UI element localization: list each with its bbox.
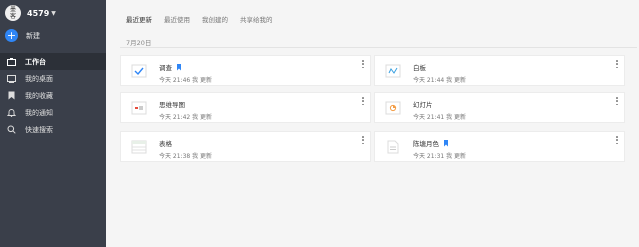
card-meta: 今天 21:44 我 更新 — [413, 77, 467, 84]
card-title-row: 思维导图 — [159, 99, 185, 109]
sidebar-item-desktop[interactable]: 我的桌面 — [0, 70, 106, 87]
file-card-survey[interactable]: 调查 今天 21:46 我 更新 — [120, 55, 371, 86]
card-meta: 今天 21:41 我 更新 — [413, 114, 467, 121]
caret-down-icon: ▼ — [51, 9, 56, 17]
sidebar-item-label: 工作台 — [25, 57, 46, 66]
more-options-icon[interactable] — [614, 96, 620, 106]
card-title: 幻灯片 — [413, 101, 433, 109]
whiteboard-icon — [385, 64, 401, 78]
bookmark-icon — [7, 91, 16, 100]
sidebar-item-label: 我的桌面 — [25, 74, 53, 83]
tab-bar: 最近更新 最近使用 我创建的 共享给我的 — [126, 14, 285, 24]
sidebar-item-notifications[interactable]: 我的通知 — [0, 104, 106, 121]
sidebar-item-label: 我的收藏 — [25, 91, 53, 100]
new-label: 新建 — [26, 31, 40, 40]
date-group-label: 7月20日 — [126, 39, 152, 47]
card-title: 表格 — [159, 140, 172, 148]
sidebar-item-label: 我的通知 — [25, 108, 53, 117]
sidebar-item-favorites[interactable]: 我的收藏 — [0, 87, 106, 104]
more-options-icon[interactable] — [360, 135, 366, 145]
more-options-icon[interactable] — [614, 59, 620, 69]
sidebar-item-search[interactable]: 快速搜索 — [0, 121, 106, 138]
main-content: 最近更新 最近使用 我创建的 共享给我的 7月20日 调查 今天 21:46 我… — [106, 0, 639, 247]
team-logo-text: 墨 客 — [9, 6, 16, 20]
card-meta: 今天 21:42 我 更新 — [159, 114, 213, 121]
card-title-row: 陈塘月色 — [413, 138, 448, 148]
file-card-document[interactable]: 陈塘月色 今天 21:31 我 更新 — [374, 131, 625, 162]
team-switcher[interactable]: 墨 客 4579 ▼ — [5, 4, 56, 22]
card-meta: 今天 21:46 我 更新 — [159, 77, 213, 84]
team-logo: 墨 客 — [5, 5, 21, 21]
card-meta: 今天 21:38 我 更新 — [159, 153, 213, 160]
survey-icon — [131, 64, 147, 78]
tab-recently-updated[interactable]: 最近更新 — [126, 14, 152, 24]
card-title: 调查 — [159, 64, 172, 72]
file-card-mindmap[interactable]: 思维导图 今天 21:42 我 更新 — [120, 92, 371, 123]
plus-icon: + — [5, 29, 18, 42]
sheet-icon — [131, 140, 147, 154]
tab-created-by-me[interactable]: 我创建的 — [202, 14, 228, 24]
more-options-icon[interactable] — [614, 135, 620, 145]
file-card-slides[interactable]: 幻灯片 今天 21:41 我 更新 — [374, 92, 625, 123]
document-icon — [385, 140, 401, 154]
team-name: 4579 — [27, 8, 50, 18]
card-meta: 今天 21:31 我 更新 — [413, 153, 467, 160]
sidebar-nav: 工作台 我的桌面 我的收藏 我的通知 快速搜索 — [0, 53, 106, 138]
file-card-sheet[interactable]: 表格 今天 21:38 我 更新 — [120, 131, 371, 162]
card-title: 白板 — [413, 64, 426, 72]
card-title: 思维导图 — [159, 101, 185, 109]
card-title-row: 调查 — [159, 62, 181, 72]
bell-icon — [7, 108, 16, 117]
card-title-row: 表格 — [159, 138, 172, 148]
search-icon — [7, 125, 16, 134]
mindmap-icon — [131, 101, 147, 115]
card-title-row: 白板 — [413, 62, 426, 72]
starred-bookmark-icon — [444, 139, 448, 147]
more-options-icon[interactable] — [360, 59, 366, 69]
divider — [120, 47, 637, 48]
starred-bookmark-icon — [177, 63, 181, 71]
desktop-icon — [7, 74, 16, 83]
slides-icon — [385, 101, 401, 115]
card-title-row: 幻灯片 — [413, 99, 433, 109]
sidebar-item-label: 快速搜索 — [25, 125, 53, 134]
more-options-icon[interactable] — [360, 96, 366, 106]
tab-shared-with-me[interactable]: 共享给我的 — [240, 14, 273, 24]
card-title: 陈塘月色 — [413, 140, 439, 148]
new-button[interactable]: + 新建 — [5, 29, 40, 42]
sidebar: 墨 客 4579 ▼ + 新建 工作台 我的桌面 我的收藏 我的通知 快速搜索 — [0, 0, 106, 247]
tab-recently-used[interactable]: 最近使用 — [164, 14, 190, 24]
file-card-whiteboard[interactable]: 白板 今天 21:44 我 更新 — [374, 55, 625, 86]
workbench-icon — [7, 57, 16, 66]
sidebar-item-workbench[interactable]: 工作台 — [0, 53, 106, 70]
